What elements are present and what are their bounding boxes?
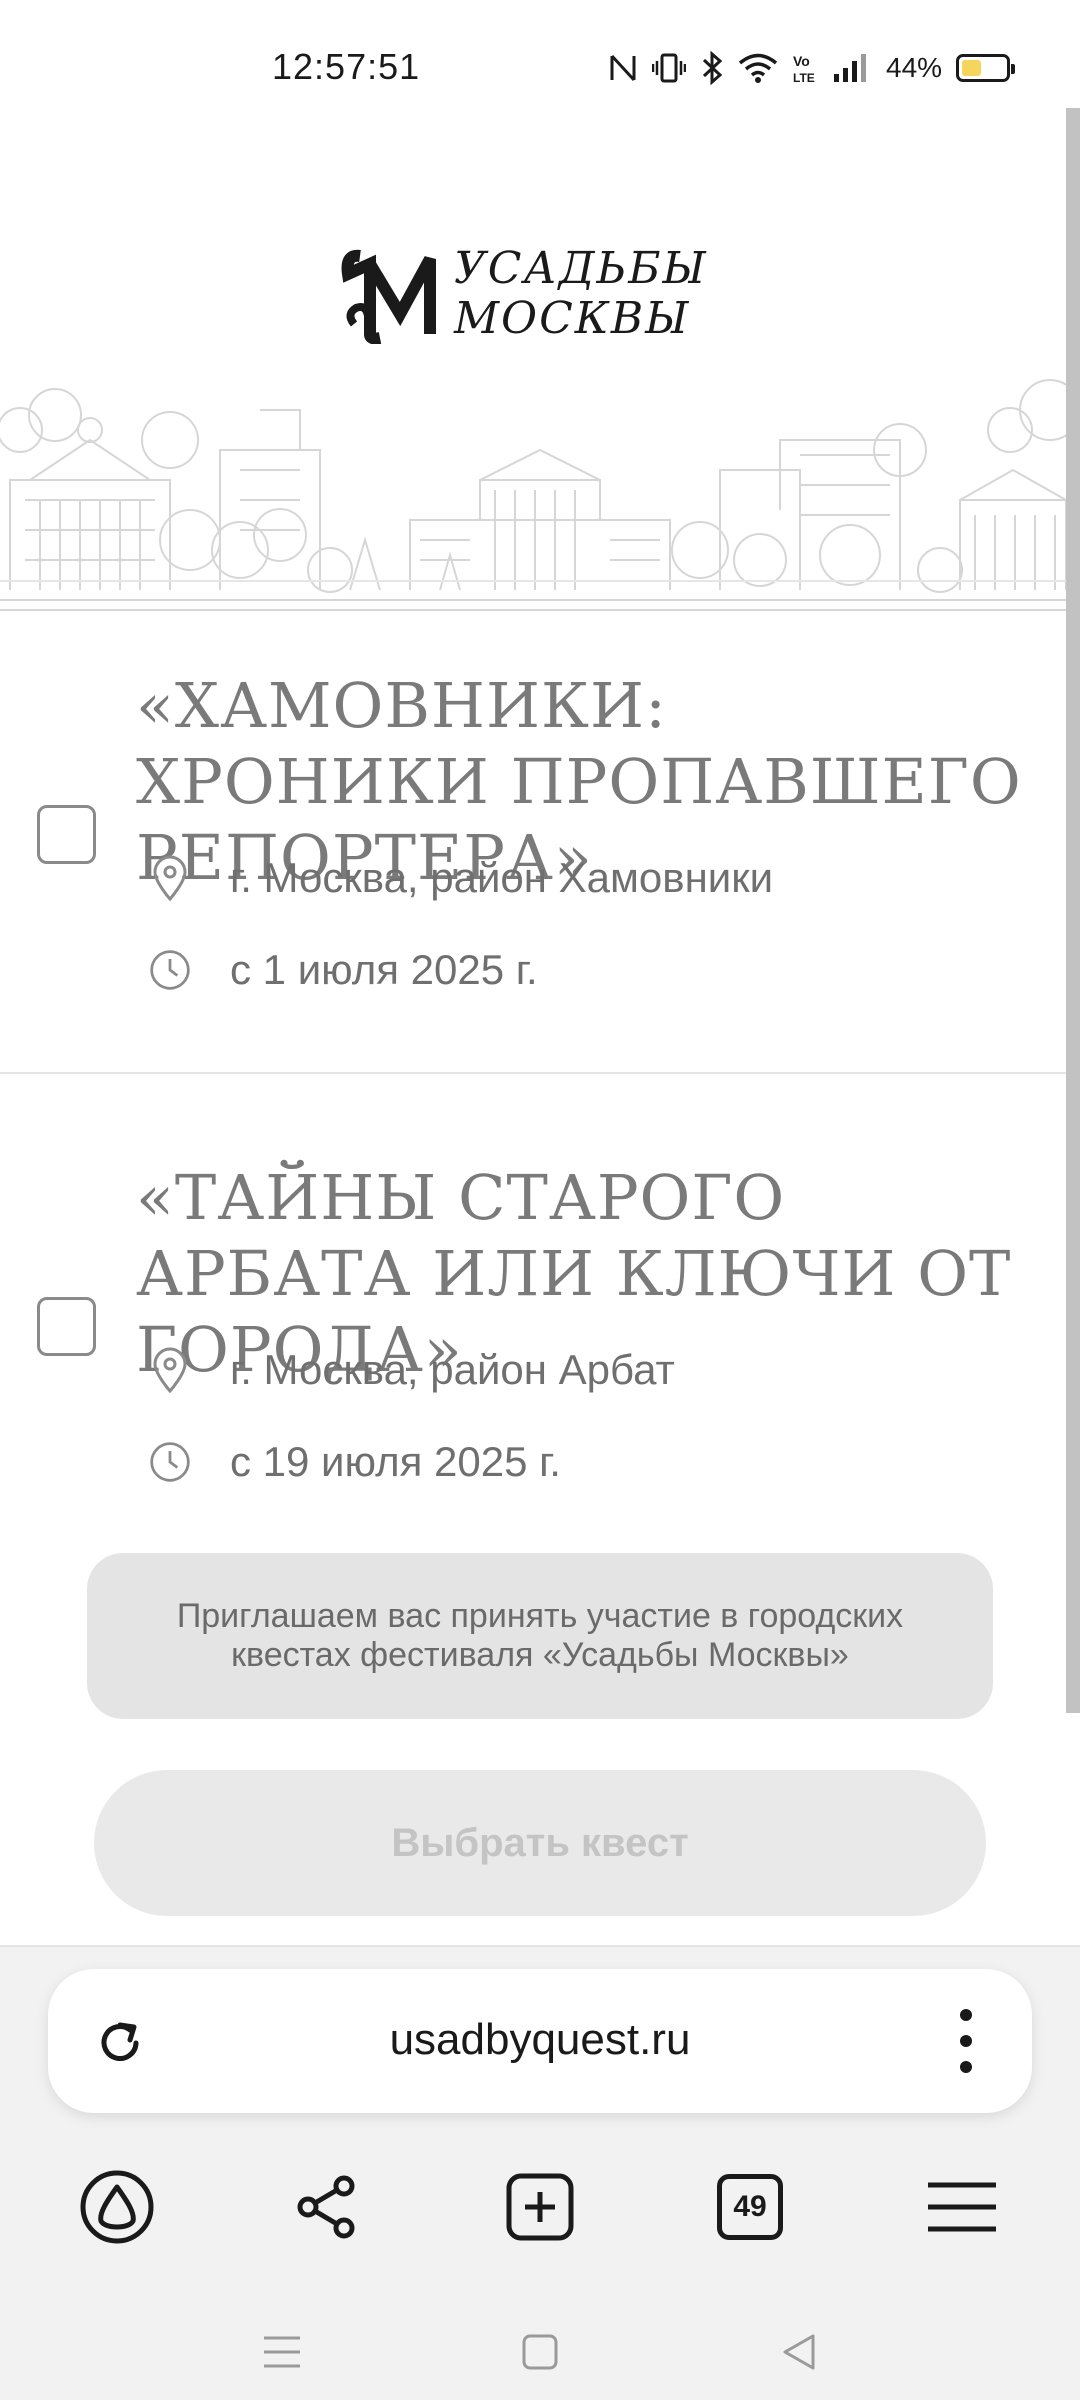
- vibrate-icon: [652, 53, 686, 83]
- address-bar[interactable]: usadbyquest.ru: [48, 1969, 1032, 2113]
- svg-text:LTE: LTE: [793, 71, 815, 85]
- logo-line-1: УСАДЬБЫ: [454, 243, 708, 294]
- tabs-count-icon: 49: [717, 2174, 783, 2240]
- battery-icon: [956, 54, 1016, 82]
- wifi-icon: [738, 53, 778, 83]
- home-button[interactable]: [500, 2312, 580, 2392]
- invite-banner: Приглашаем вас принять участие в городск…: [87, 1553, 993, 1719]
- quest-checkbox[interactable]: [37, 1297, 96, 1356]
- new-tab-button[interactable]: [490, 2157, 590, 2257]
- tab-count: 49: [733, 2190, 767, 2223]
- signal-icon: [834, 54, 866, 82]
- plus-square-icon: [506, 2173, 574, 2241]
- quest-date-text: с 19 июля 2025 г.: [230, 1438, 561, 1485]
- back-triangle-icon: [783, 2334, 815, 2370]
- share-button[interactable]: [277, 2157, 377, 2257]
- choose-quest-button[interactable]: Выбрать квест: [94, 1770, 986, 1916]
- share-icon: [297, 2175, 355, 2239]
- clock-icon: [148, 1438, 192, 1486]
- logo-line-2: МОСКВЫ: [454, 293, 691, 344]
- quest-date: с 19 июля 2025 г.: [148, 1438, 561, 1486]
- quest-location-text: г. Москва, район Хамовники: [230, 854, 774, 901]
- browser-toolbar: 49: [0, 2157, 1080, 2257]
- choose-quest-button-label: Выбрать квест: [391, 1820, 689, 1865]
- battery-level: [962, 60, 981, 76]
- quest-date-text: с 1 июля 2025 г.: [230, 946, 538, 993]
- quest-checkbox[interactable]: [37, 805, 96, 864]
- nfc-icon: [610, 54, 636, 82]
- back-button[interactable]: [758, 2312, 838, 2392]
- logo-monogram-icon: [341, 249, 436, 344]
- quest-item: «ХАМОВНИКИ: ХРОНИКИ ПРОПАВШЕГО РЕПОРТЕРА…: [0, 582, 1066, 1072]
- site-header: УСАДЬБЫ МОСКВЫ: [0, 110, 1066, 611]
- quest-location-text: г. Москва, район Арбат: [230, 1346, 675, 1393]
- invite-text: Приглашаем вас принять участие в городск…: [176, 1597, 904, 1674]
- bluetooth-icon: [702, 51, 723, 85]
- status-time: 12:57:51: [272, 46, 421, 87]
- url-text[interactable]: usadbyquest.ru: [48, 2015, 1032, 2065]
- location-pin-icon: [148, 1346, 192, 1394]
- status-icons: Vo LTE 44%: [608, 48, 1016, 88]
- menu-button[interactable]: [912, 2157, 1012, 2257]
- recent-apps-button[interactable]: [242, 2312, 322, 2392]
- svg-text:Vo: Vo: [793, 53, 810, 69]
- page-scrollbar[interactable]: [1066, 108, 1080, 1713]
- quest-item: «ТАЙНЫ СТАРОГО АРБАТА ИЛИ КЛЮЧИ ОТ ГОРОД…: [0, 1074, 1066, 1554]
- system-nav-bar: [0, 2302, 1080, 2400]
- battery-percent: 44%: [886, 52, 943, 83]
- more-options-icon[interactable]: [946, 2009, 986, 2073]
- recents-icon: [264, 2336, 300, 2368]
- location-pin-icon: [148, 854, 192, 902]
- status-bar: 12:57:51 Vo LTE 44%: [0, 0, 1080, 110]
- alice-assistant-button[interactable]: [67, 2157, 167, 2257]
- clock-icon: [148, 946, 192, 994]
- browser-chrome: usadbyquest.ru 49: [0, 1945, 1080, 2400]
- quest-date: с 1 июля 2025 г.: [148, 946, 538, 994]
- quest-location: г. Москва, район Хамовники: [148, 854, 773, 902]
- alice-icon: [80, 2170, 154, 2244]
- quest-location: г. Москва, район Арбат: [148, 1346, 675, 1394]
- home-square-icon: [522, 2334, 558, 2370]
- volte-icon: Vo LTE: [793, 53, 815, 85]
- hamburger-icon: [928, 2182, 996, 2232]
- site-logo[interactable]: УСАДЬБЫ МОСКВЫ: [330, 244, 750, 474]
- tabs-button[interactable]: 49: [700, 2157, 800, 2257]
